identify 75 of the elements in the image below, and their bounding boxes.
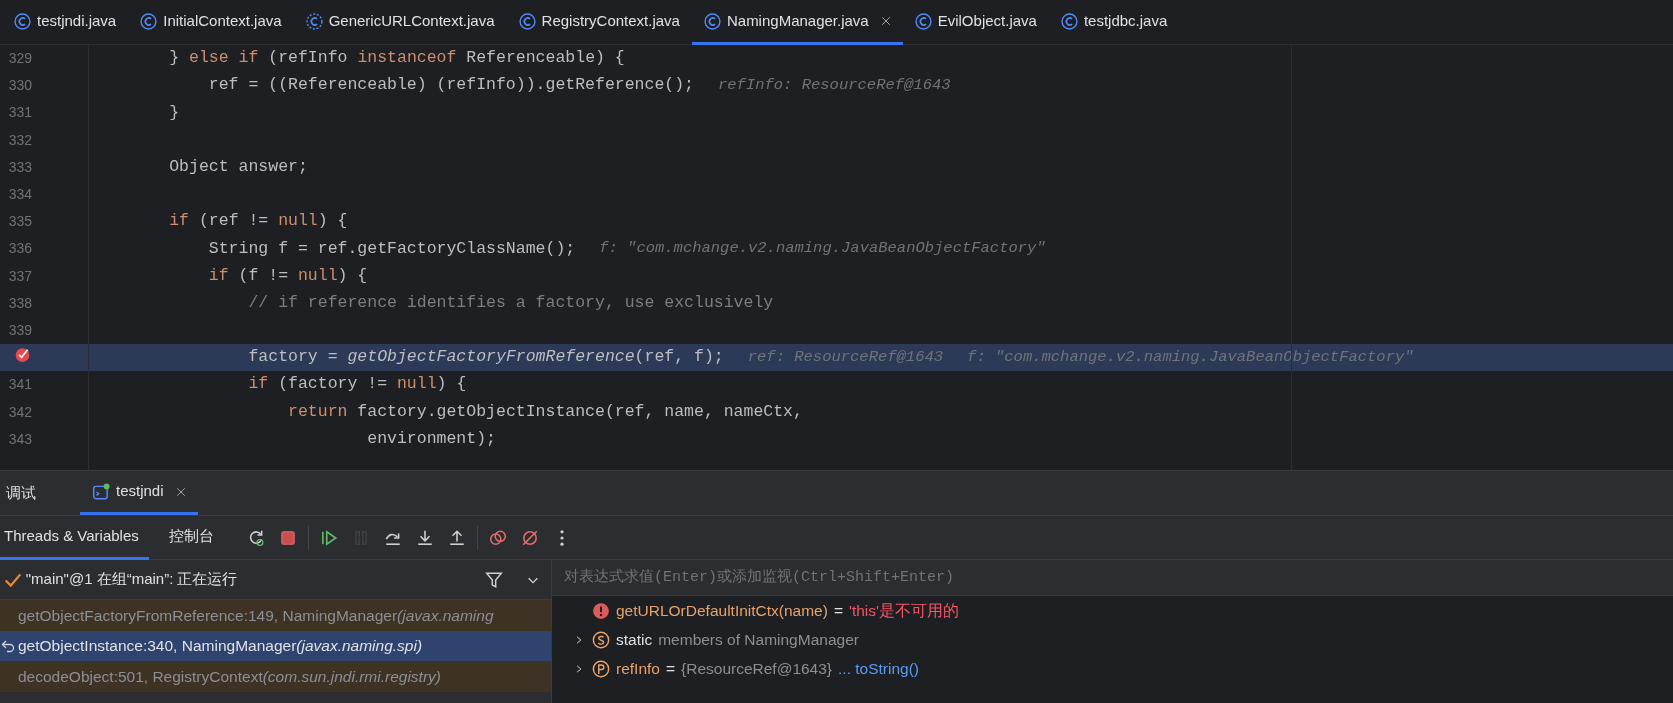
class-icon <box>1060 12 1078 30</box>
class-icon <box>914 12 932 30</box>
code-text: ref = ((Referenceable) (refInfo)).getReference(); <box>207 74 694 97</box>
close-icon <box>175 486 186 497</box>
code-text: if (ref != null) { <box>168 210 348 233</box>
line-number: 339 <box>8 321 32 338</box>
panel-title: 调试 <box>5 482 37 503</box>
line-number: 341 <box>8 376 32 393</box>
view-tab[interactable]: 控制台 <box>164 515 224 560</box>
line-number: 329 <box>8 50 32 67</box>
session-tab[interactable]: testjndi <box>80 471 198 515</box>
file-tab[interactable]: testjndi.java <box>2 0 129 45</box>
more-icon <box>559 529 564 546</box>
code-text: factory = getObjectFactoryFromReference(ref, f); <box>247 346 724 369</box>
equals-sign: = <box>833 600 843 621</box>
to-string-link[interactable]: ... toString() <box>838 656 919 681</box>
filter-icon <box>485 570 503 589</box>
code-text: } <box>168 101 180 124</box>
line-number: 334 <box>8 186 32 203</box>
class-icon <box>14 12 31 30</box>
code-text: } else if (refInfo instanceof Referenceable) { <box>168 47 625 70</box>
variable-value: 'this'是不可用的 <box>849 600 960 621</box>
file-tab[interactable]: RegistryContext.java <box>506 0 692 45</box>
class-icon <box>518 12 536 30</box>
variable-value: {ResourceRef@1643} <box>681 658 833 679</box>
error-icon <box>592 601 610 620</box>
code-text: if (f != null) { <box>207 264 368 287</box>
static-icon <box>592 630 610 649</box>
file-tab[interactable]: EvilObject.java <box>902 0 1049 45</box>
mute-breakpoints-icon <box>520 528 539 547</box>
equals-sign: = <box>665 658 675 679</box>
line-number: 338 <box>8 294 32 311</box>
variable-name: static <box>616 629 653 650</box>
stack-frame[interactable]: getObjectFactoryFromReference:149, NamingManager(javax.naming <box>0 600 551 631</box>
variable-value: members of NamingManager <box>658 629 859 650</box>
line-number: 332 <box>8 131 32 148</box>
file-tab[interactable]: InitialContext.java <box>128 0 294 45</box>
stop-icon <box>278 528 297 547</box>
evaluate-expression-field[interactable]: 对表达式求值(Enter)或添加监视(Ctrl+Shift+Enter) <box>552 560 1673 596</box>
line-number: 333 <box>8 158 32 175</box>
step-out-icon <box>447 528 466 547</box>
line-number: 331 <box>8 104 32 121</box>
class-icon <box>140 12 158 30</box>
stack-frame[interactable]: decodeObject:501, RegistryContext(com.sun.jndi.rmi.registry) <box>0 661 551 692</box>
code-text: environment); <box>366 427 496 450</box>
code-text: String f = ref.getFactoryClassName(); <box>207 237 576 260</box>
breakpoints-icon <box>488 528 507 547</box>
line-number: 337 <box>8 267 32 284</box>
class-icon <box>703 12 721 30</box>
line-number: 343 <box>8 430 32 447</box>
file-tab[interactable]: GenericURLContext.java <box>293 0 507 45</box>
inline-value-hint: f: "com.mchange.v2.naming.JavaBeanObjectFactory" <box>599 238 1046 260</box>
code-text: // if reference identifies a factory, use exclusively <box>247 291 774 314</box>
code-text: return factory.getObjectInstance(ref, name, nameCtx, <box>287 400 803 423</box>
stack-frame[interactable]: getObjectInstance:340, NamingManager(javax.naming.spi) <box>0 630 551 661</box>
resume-icon <box>319 528 338 547</box>
inline-value-hint: f: "com.mchange.v2.naming.JavaBeanObjectFactory" <box>967 347 1414 369</box>
line-number: 342 <box>8 403 32 420</box>
step-into-icon <box>415 528 434 547</box>
code-text: if (factory != null) { <box>247 373 467 396</box>
breakpoint-icon <box>14 346 31 364</box>
line-number: 330 <box>8 77 32 94</box>
variable-name: refInfo <box>616 658 660 679</box>
file-tab[interactable]: testjdbc.java <box>1048 0 1180 45</box>
class-icon <box>305 12 323 30</box>
window-icon <box>92 482 110 501</box>
line-number: 336 <box>8 240 32 257</box>
inline-value-hint: ref: ResourceRef@1643 <box>747 347 944 369</box>
line-number: 335 <box>8 213 32 230</box>
property-icon <box>592 659 610 678</box>
variable-name: getURLOrDefaultInitCtx(name) <box>616 600 828 621</box>
code-text: Object answer; <box>168 155 308 178</box>
inline-value-hint: refInfo: ResourceRef@1643 <box>718 75 951 97</box>
view-tab[interactable]: Threads & Variables <box>0 515 149 560</box>
close-icon <box>880 16 891 26</box>
